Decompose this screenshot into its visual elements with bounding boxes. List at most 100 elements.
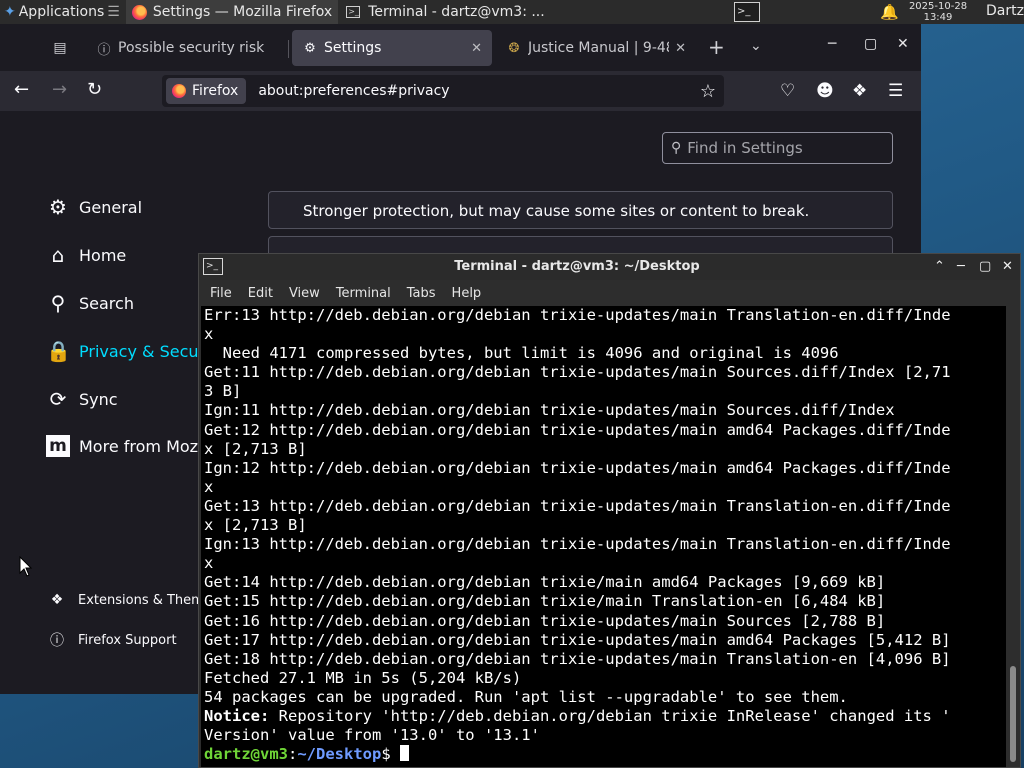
protection-description: Stronger protection, but may cause some … — [303, 202, 810, 220]
taskbar-firefox[interactable]: Settings — Mozilla Firefox — [125, 0, 339, 24]
menu-file[interactable]: File — [210, 286, 232, 301]
menu-tabs[interactable]: Tabs — [407, 286, 436, 301]
category-search[interactable]: ⚲ Search — [46, 291, 134, 315]
sync-icon: ⟳ — [49, 387, 67, 411]
panel-user-menu[interactable]: Dartz — [986, 3, 1024, 19]
scrollbar-thumb[interactable] — [1010, 666, 1016, 762]
firefox-support-link[interactable]: ⓘ Firefox Support — [48, 630, 177, 650]
minimize-icon[interactable]: ─ — [828, 36, 836, 52]
terminal-line: Get:14 http://deb.debian.org/debian trix… — [204, 573, 886, 592]
terminal-menubar: File Edit View Terminal Tabs Help — [199, 281, 1020, 305]
category-label: Home — [79, 245, 127, 265]
terminal-icon: >_ — [346, 6, 361, 18]
tab-security-risk[interactable]: ⓘ Possible security risk — [86, 30, 288, 66]
extensions-puzzle-icon[interactable]: ❖ — [852, 80, 867, 102]
menu-edit[interactable]: Edit — [248, 286, 273, 301]
terminal-titlebar[interactable]: >_ Terminal - dartz@vm3: ~/Desktop ⌃ ─ ▢… — [199, 254, 1020, 280]
list-all-tabs-chevron-icon[interactable]: ⌄ — [750, 38, 762, 54]
terminal-line: Get:17 http://deb.debian.org/debian trix… — [204, 630, 951, 649]
shade-chevron-up-icon[interactable]: ⌃ — [934, 259, 945, 274]
close-window-icon[interactable]: ✕ — [897, 36, 909, 52]
terminal-line: x — [204, 477, 214, 496]
account-icon[interactable]: ☻ — [816, 80, 834, 102]
maximize-icon[interactable]: ▢ — [864, 36, 877, 52]
terminal-line: Ign:11 http://deb.debian.org/debian trix… — [204, 401, 895, 420]
category-home[interactable]: ⌂ Home — [46, 243, 127, 267]
terminal-line: Err:13 http://deb.debian.org/debian trix… — [204, 306, 951, 324]
terminal-notice-line: Notice: Repository 'http://deb.debian.or… — [204, 707, 1006, 726]
text-cursor — [399, 745, 409, 762]
puzzle-icon: ❖ — [50, 592, 64, 608]
firefox-tab-bar: ▤ ⓘ Possible security risk ⚙ Settings ✕ … — [0, 24, 921, 71]
footer-label: Firefox Support — [78, 632, 177, 648]
category-sync[interactable]: ⟳ Sync — [46, 387, 118, 411]
notice-label: Notice: — [204, 706, 270, 725]
back-arrow-icon[interactable]: ← — [14, 79, 29, 101]
help-icon: ⓘ — [50, 633, 64, 649]
find-placeholder: Find in Settings — [687, 139, 803, 157]
bookmark-star-icon[interactable]: ☆ — [700, 81, 716, 102]
terminal-line: Get:11 http://deb.debian.org/debian trix… — [204, 363, 951, 382]
menu-help[interactable]: Help — [452, 286, 482, 301]
terminal-line: Get:15 http://deb.debian.org/debian trix… — [204, 592, 886, 611]
seal-icon: ❂ — [508, 40, 520, 56]
notification-bell-icon[interactable]: 🔔 — [880, 3, 899, 21]
terminal-scrollbar[interactable] — [1006, 306, 1020, 767]
close-tab-icon[interactable]: ✕ — [675, 41, 686, 56]
applications-label: Applications — [18, 4, 105, 20]
terminal-line: Get:12 http://deb.debian.org/debian trix… — [204, 420, 951, 439]
home-icon: ⌂ — [51, 243, 65, 267]
category-more-from-mozilla[interactable]: m More from Mozilla — [46, 435, 221, 457]
tab-settings[interactable]: ⚙ Settings ✕ — [292, 30, 492, 66]
terminal-line: Need 4171 compressed bytes, but limit is… — [204, 344, 839, 363]
applications-menu[interactable]: ✦ Applications ☰ — [0, 0, 124, 24]
pocket-icon[interactable]: ♡ — [780, 80, 795, 102]
lock-icon: 🔒 — [46, 339, 71, 363]
extensions-themes-link[interactable]: ❖ Extensions & Themes — [48, 592, 219, 608]
clock-date: 2025-10-28 — [908, 1, 968, 12]
firefox-icon — [172, 84, 186, 98]
info-icon: ⓘ — [97, 42, 111, 58]
terminal-prompt-line[interactable]: dartz@vm3:~/Desktop$ — [204, 745, 1006, 764]
prompt-path: ~/Desktop — [297, 745, 382, 764]
category-label: Sync — [79, 389, 118, 409]
identity-box[interactable]: Firefox — [166, 78, 247, 104]
mouse-pointer-icon — [19, 556, 33, 577]
reload-icon[interactable]: ↻ — [87, 79, 102, 101]
maximize-icon[interactable]: ▢ — [979, 259, 991, 274]
firefox-icon — [131, 4, 147, 20]
terminal-line: x — [204, 554, 214, 573]
category-general[interactable]: ⚙ General — [46, 195, 142, 219]
gear-icon: ⚙ — [304, 40, 316, 56]
minimize-icon[interactable]: ─ — [957, 259, 965, 274]
terminal-output[interactable]: Err:13 http://deb.debian.org/debian trix… — [201, 306, 1006, 767]
search-icon: ⚲ — [671, 140, 682, 156]
url-bar[interactable]: Firefox about:preferences#privacy ☆ — [162, 75, 724, 107]
tab-separator — [288, 40, 289, 58]
protection-option-card[interactable]: Stronger protection, but may cause some … — [268, 191, 893, 229]
close-tab-icon[interactable]: ✕ — [471, 41, 482, 56]
tab-label: Justice Manual | 9-48.0 — [528, 40, 669, 56]
panel-clock[interactable]: 2025-10-28 13:49 — [906, 1, 970, 23]
search-icon: ⚲ — [50, 291, 66, 315]
terminal-line: Ign:12 http://deb.debian.org/debian trix… — [204, 458, 951, 477]
menu-view[interactable]: View — [289, 286, 320, 301]
terminal-window: >_ Terminal - dartz@vm3: ~/Desktop ⌃ ─ ▢… — [198, 253, 1021, 768]
menu-terminal[interactable]: Terminal — [336, 286, 391, 301]
prompt-user: dartz@vm3 — [204, 745, 288, 764]
tab-justice-manual[interactable]: ❂ Justice Manual | 9-48.0 ✕ — [496, 30, 696, 66]
terminal-launcher-icon: >_ — [734, 2, 760, 22]
terminal-line: Version' value from '13.0' to '13.1' — [204, 726, 540, 745]
new-tab-plus-icon[interactable]: + — [708, 36, 725, 58]
taskbar-firefox-label: Settings — Mozilla Firefox — [152, 4, 333, 20]
firefox-view-button[interactable]: ▤ — [46, 36, 74, 60]
taskbar-terminal[interactable]: >_ Terminal - dartz@vm3: ... — [340, 0, 551, 24]
mozilla-icon: m — [46, 435, 70, 457]
forward-arrow-icon[interactable]: → — [52, 79, 67, 101]
find-in-settings-input[interactable]: ⚲ Find in Settings — [662, 132, 893, 164]
url-text[interactable]: about:preferences#privacy — [258, 83, 700, 99]
hamburger-menu-icon[interactable]: ☰ — [888, 80, 903, 102]
close-window-icon[interactable]: ✕ — [1002, 259, 1013, 274]
terminal-line: Get:16 http://deb.debian.org/debian trix… — [204, 611, 886, 630]
panel-terminal-launcher[interactable]: >_ — [730, 0, 764, 24]
